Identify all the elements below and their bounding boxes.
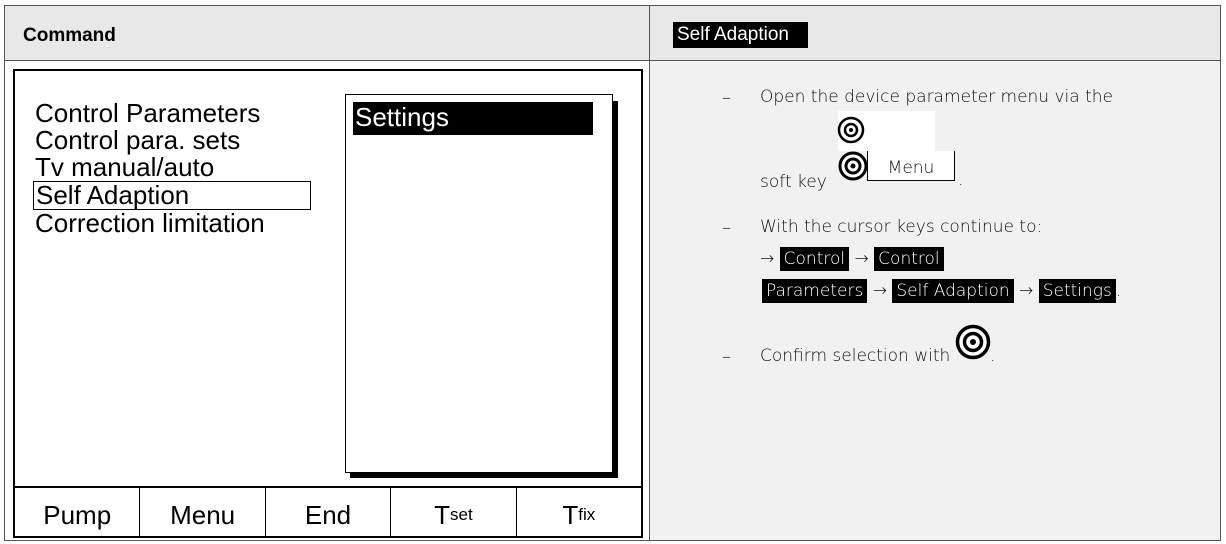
self-adaption-cell: – Open the device parameter menu via the…	[650, 61, 1220, 540]
step2-text: With the cursor keys continue to:	[760, 217, 1043, 237]
device-display: Control Parameters Control para. sets Tv…	[13, 69, 643, 538]
rotary-knob-icon	[837, 116, 865, 144]
arrow-right-icon: →	[854, 249, 869, 269]
submenu-item-settings[interactable]: Settings	[353, 102, 593, 135]
rotary-knob-icon	[955, 324, 991, 360]
step1-softkey-text: soft key	[760, 172, 827, 192]
arrow-right-icon: →	[872, 281, 887, 301]
softkey-bar: Pump Menu End Tset Tfix	[15, 486, 641, 536]
softkey-tfix-sub: fix	[578, 505, 596, 524]
menu-item-tv-manual-auto[interactable]: Tv manual/auto	[35, 154, 311, 181]
step3-text: Confirm selection with	[760, 346, 951, 366]
arrow-right-icon: →	[1019, 281, 1034, 301]
instruction-steps: – Open the device parameter menu via the…	[650, 61, 1220, 540]
step1-period: .	[958, 170, 964, 190]
arrow-right-icon: →	[760, 249, 775, 269]
step3-period: .	[990, 346, 996, 366]
softkey-menu-label: Menu	[170, 499, 236, 530]
step-dash: –	[722, 87, 731, 108]
path-control: Control	[779, 247, 850, 271]
softkey-pump-label: Pump	[43, 499, 112, 530]
submenu-panel: Settings	[345, 94, 613, 473]
self-adaption-title: Self Adaption	[673, 22, 808, 48]
softkey-tset[interactable]: Tset	[391, 488, 517, 536]
step2-path-line1: → Control → Control	[760, 247, 944, 271]
step2-period: .	[1115, 281, 1122, 301]
command-cell: Control Parameters Control para. sets Tv…	[5, 61, 650, 540]
softkey-end-label: End	[304, 499, 352, 530]
parameter-menu: Control Parameters Control para. sets Tv…	[33, 100, 311, 237]
softkey-tfix-label: T	[562, 499, 579, 530]
step2-path-line2: Parameters → Self Adaption → Settings.	[762, 279, 1122, 303]
rotary-knob-icon	[838, 151, 868, 181]
softkey-menu[interactable]: Menu	[140, 488, 266, 536]
step-dash: –	[722, 217, 731, 238]
step-dash: –	[722, 346, 731, 367]
softkey-pump[interactable]: Pump	[15, 488, 141, 536]
path-control-2: Control	[874, 247, 944, 271]
path-self-adaption: Self Adaption	[892, 279, 1014, 303]
command-title: Command	[23, 25, 116, 46]
path-settings: Settings	[1038, 279, 1116, 303]
softkey-tset-label: T	[434, 499, 451, 530]
menu-item-control-para-sets[interactable]: Control para. sets	[35, 127, 311, 154]
softkey-tset-sub: set	[450, 505, 473, 524]
menu-item-control-parameters[interactable]: Control Parameters	[35, 100, 311, 127]
page: Command Self Adaption Control Parameters…	[0, 0, 1226, 544]
path-parameters: Parameters	[762, 279, 868, 303]
command-header: Command	[5, 6, 650, 61]
step1-text: Open the device parameter menu via the	[760, 87, 1113, 107]
self-adaption-header: Self Adaption	[650, 6, 1220, 61]
instruction-table: Command Self Adaption Control Parameters…	[4, 5, 1221, 541]
menu-item-correction-limitation[interactable]: Correction limitation	[35, 210, 311, 237]
menu-key-label: Menu	[867, 151, 955, 181]
step1-softkey-line: soft key	[760, 172, 827, 192]
softkey-end[interactable]: End	[266, 488, 392, 536]
softkey-tfix[interactable]: Tfix	[517, 488, 641, 536]
menu-item-self-adaption[interactable]: Self Adaption	[33, 181, 311, 210]
